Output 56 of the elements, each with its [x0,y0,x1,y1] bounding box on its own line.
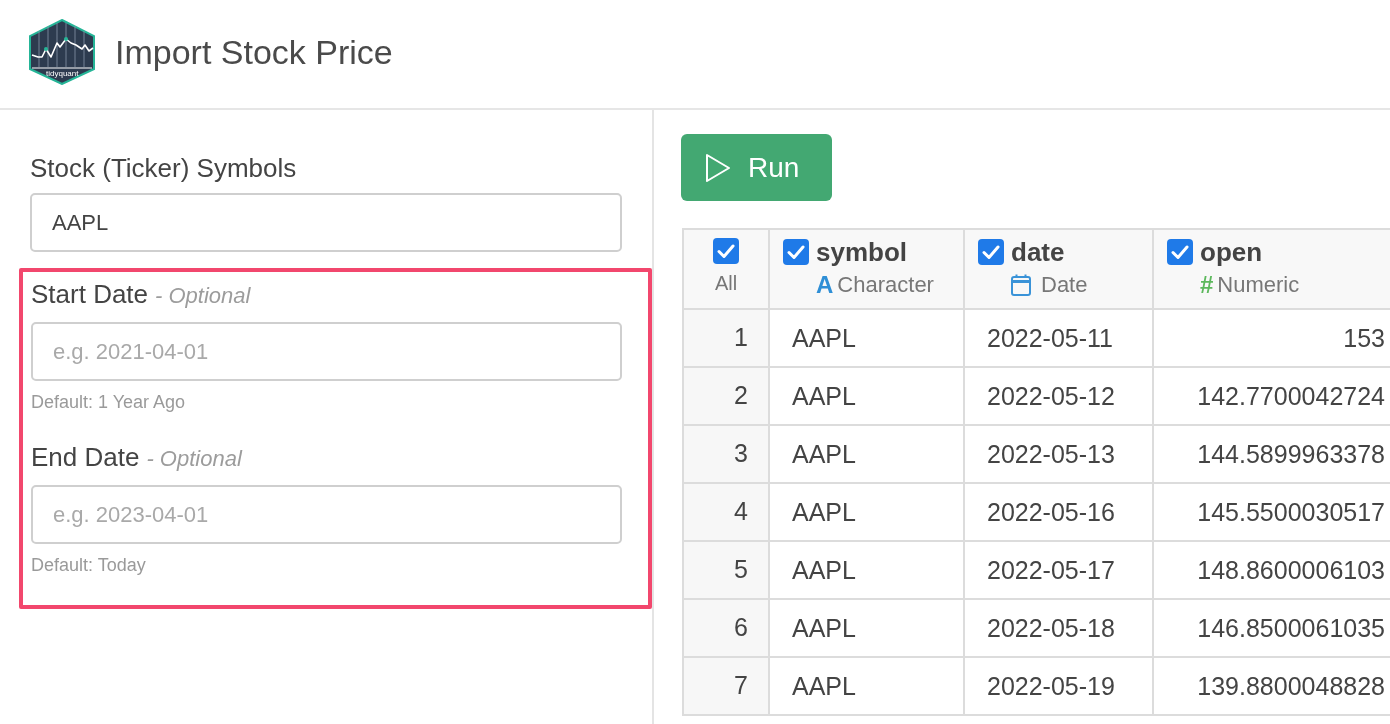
table-cell: 2022-05-12 [987,381,1115,411]
table-cell: 145.5500030517 [1197,497,1385,527]
table-cell: 2022-05-17 [987,555,1115,585]
checkbox[interactable] [713,238,739,264]
table-cell: 2022-05-11 [987,323,1114,353]
table-cell: 2022-05-19 [987,671,1115,701]
page-title: Import Stock Price [115,32,393,72]
column-name: date [1011,238,1065,266]
checkbox[interactable] [1167,239,1193,265]
hexagon-logo [29,19,95,85]
field-label: Stock (Ticker) Symbols [30,153,298,183]
text-input[interactable]: AAPL [30,193,622,252]
type-symbol: # [1200,271,1214,299]
table-cell: AAPL [792,323,856,353]
table-cell: 2022-05-18 [987,613,1115,643]
table-cell: 144.5899963378 [1197,439,1385,469]
checkbox[interactable] [978,239,1004,265]
row-number: 3 [684,426,770,482]
table-cell: AAPL [792,613,856,643]
table-cell: AAPL [792,381,856,411]
table-cell: AAPL [792,439,856,469]
field-label: End Date [31,442,140,472]
column-name: symbol [816,238,908,266]
row-number: 1 [684,310,770,366]
column-name: open [1200,238,1263,266]
help-text: Default: Today [31,554,146,576]
table-cell: 139.8800048828 [1197,671,1385,701]
optional-note: - Optional [155,282,251,310]
row-number: 6 [684,600,770,656]
table-cell: 2022-05-16 [987,497,1115,527]
column-type: Numeric [1217,271,1300,299]
date-input[interactable]: e.g. 2023-04-01 [31,485,622,544]
select-all-label: All [714,271,738,296]
optional-note: - Optional [146,445,242,473]
play-icon [705,152,731,183]
calendar-icon [1011,274,1031,296]
row-number: 4 [684,484,770,540]
table-cell: 142.7700042724 [1197,381,1385,411]
date-input[interactable]: e.g. 2021-04-01 [31,322,622,381]
column-type: Date [1041,271,1088,299]
row-number: 5 [684,542,770,598]
row-number: 2 [684,368,770,424]
checkbox[interactable] [783,239,809,265]
table-cell: AAPL [792,555,856,585]
table-cell: AAPL [792,497,856,527]
field-label: Start Date [31,279,149,309]
type-symbol: A [816,271,834,299]
table-cell: 148.8600006103 [1197,555,1385,585]
table-cell: AAPL [792,671,856,701]
help-text: Default: 1 Year Ago [31,391,186,413]
logo-text: tidyquant [46,69,79,79]
row-number: 7 [684,658,770,714]
column-type: Character [837,271,934,299]
table-cell: 153 [1343,323,1385,353]
table-cell: 146.8500061035 [1197,613,1385,643]
table-cell: 2022-05-13 [987,439,1115,469]
